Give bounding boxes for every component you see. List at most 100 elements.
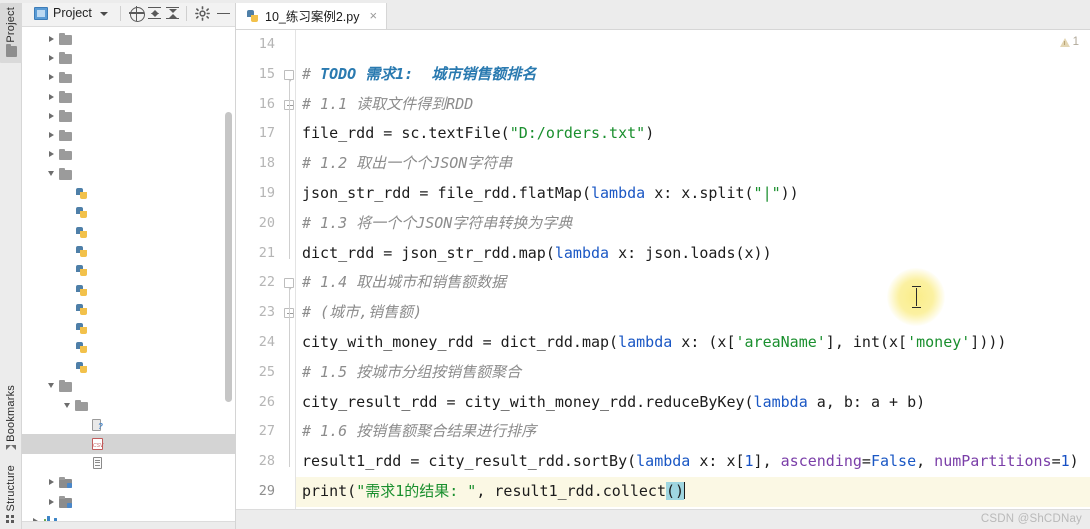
- tree-node[interactable]: [22, 261, 235, 280]
- project-tree[interactable]: ? CSV: [22, 27, 235, 521]
- code-line[interactable]: print("需求1的结果: ", result1_rdd.collect(): [296, 476, 1090, 507]
- tree-node[interactable]: [22, 492, 235, 511]
- inspection-warning-count: 1: [1072, 36, 1079, 48]
- chevron-right-icon[interactable]: [44, 36, 58, 42]
- tree-node[interactable]: [22, 48, 235, 67]
- tree-node[interactable]: [22, 376, 235, 395]
- line-number: 16: [258, 95, 275, 112]
- code-line[interactable]: # 1.4 取出城市和销售额数据: [296, 268, 1090, 298]
- project-panel-header: Project: [22, 0, 235, 27]
- tree-node[interactable]: [22, 299, 235, 318]
- inspection-warning-badge[interactable]: 1: [1059, 36, 1079, 48]
- code-line[interactable]: # 1.2 取出一个个JSON字符串: [296, 149, 1090, 179]
- tree-node[interactable]: [22, 357, 235, 376]
- chevron-right-icon[interactable]: [44, 151, 58, 157]
- folder-icon: [58, 128, 73, 142]
- code-viewport[interactable]: 1415161718192021222324252627282930313233…: [236, 30, 1090, 509]
- tree-node[interactable]: [22, 338, 235, 357]
- chevron-right-icon[interactable]: [44, 74, 58, 80]
- status-bar: CSDN @ShCDNay: [236, 509, 1090, 529]
- matched-brace-highlight: (): [666, 481, 685, 500]
- code-line[interactable]: # (城市,销售额): [296, 298, 1090, 328]
- line-number: 25: [258, 363, 275, 380]
- project-tree-scrollbar[interactable]: [225, 112, 232, 402]
- tree-node[interactable]: [22, 241, 235, 260]
- code-line[interactable]: # 1.3 将一个个JSON字符串转换为字典: [296, 209, 1090, 239]
- code-line[interactable]: result1_rdd = city_result_rdd.sortBy(lam…: [296, 447, 1090, 477]
- code-line[interactable]: dict_rdd = json_str_rdd.map(lambda x: js…: [296, 239, 1090, 269]
- tree-node[interactable]: [22, 511, 235, 521]
- fold-marker-icon[interactable]: [284, 278, 294, 291]
- chevron-down-icon[interactable]: [44, 383, 58, 388]
- bookmark-icon: [6, 444, 16, 450]
- locate-icon[interactable]: [127, 4, 146, 23]
- external-libraries-icon: [42, 514, 57, 521]
- fold-marker-icon[interactable]: [284, 69, 294, 82]
- text-caret: [683, 481, 685, 499]
- tree-node[interactable]: [22, 203, 235, 222]
- chevron-down-icon[interactable]: [99, 12, 108, 16]
- line-number: 21: [258, 244, 275, 261]
- expand-all-icon[interactable]: [145, 4, 162, 23]
- python-file-icon: [74, 263, 89, 277]
- collapse-all-icon[interactable]: [163, 4, 180, 23]
- code-fold-gutter[interactable]: [282, 30, 296, 509]
- editor-tab-active[interactable]: 10_练习案例2.py ×: [236, 0, 388, 29]
- line-number: 19: [258, 184, 275, 201]
- code-line[interactable]: # 1.6 按销售额聚合结果进行排序: [296, 417, 1090, 447]
- chevron-right-icon[interactable]: [44, 55, 58, 61]
- folder-icon: [58, 379, 73, 393]
- code-line[interactable]: # 1.1 读取文件得到RDD: [296, 90, 1090, 120]
- tree-node[interactable]: [22, 473, 235, 492]
- chevron-right-icon[interactable]: [44, 113, 58, 119]
- tree-node[interactable]: ?: [22, 415, 235, 434]
- settings-gear-icon[interactable]: [193, 4, 212, 23]
- chevron-right-icon[interactable]: [44, 499, 58, 505]
- tree-node[interactable]: [22, 318, 235, 337]
- window-top-edge: [0, 0, 1090, 3]
- chevron-down-icon[interactable]: [44, 171, 58, 176]
- tree-node[interactable]: [22, 145, 235, 164]
- tree-node[interactable]: [22, 29, 235, 48]
- tool-window-tab-bookmarks[interactable]: Bookmarks: [0, 385, 22, 450]
- chevron-right-icon[interactable]: [44, 479, 58, 485]
- hide-panel-icon[interactable]: [214, 4, 230, 23]
- python-file-icon: [245, 9, 260, 23]
- tree-node[interactable]: [22, 396, 235, 415]
- tree-node[interactable]: [22, 125, 235, 144]
- code-content[interactable]: # TODO 需求1: 城市销售额排名 # 1.1 读取文件得到RDD file_r…: [296, 30, 1090, 509]
- folder-icon: [58, 32, 73, 46]
- chevron-right-icon[interactable]: [28, 518, 42, 521]
- tool-window-tab-bookmarks-label: Bookmarks: [5, 385, 17, 442]
- fold-region-line: [288, 288, 290, 468]
- tree-node[interactable]: CSV: [22, 434, 235, 454]
- code-line[interactable]: # 1.5 按城市分组按销售额聚合: [296, 358, 1090, 388]
- folder-icon: [58, 167, 73, 181]
- code-line[interactable]: json_str_rdd = file_rdd.flatMap(lambda x…: [296, 179, 1090, 209]
- code-line[interactable]: file_rdd = sc.textFile("D:/orders.txt"): [296, 119, 1090, 149]
- chevron-down-icon[interactable]: [60, 403, 74, 408]
- text-file-icon: [90, 456, 105, 470]
- tree-node[interactable]: [22, 68, 235, 87]
- project-tool-window: Project ? CSV: [22, 0, 236, 529]
- watermark-label: CSDN @ShCDNay: [980, 513, 1082, 525]
- tree-node[interactable]: [22, 106, 235, 125]
- close-icon[interactable]: ×: [368, 9, 378, 22]
- tree-node[interactable]: [22, 222, 235, 241]
- code-line[interactable]: [296, 30, 1090, 60]
- tree-node[interactable]: [22, 164, 235, 183]
- tree-node[interactable]: [22, 87, 235, 106]
- code-line[interactable]: city_with_money_rdd = dict_rdd.map(lambd…: [296, 328, 1090, 358]
- tree-node[interactable]: [22, 183, 235, 202]
- tree-node[interactable]: [22, 280, 235, 299]
- tree-node[interactable]: [22, 454, 235, 473]
- fold-region-line: [288, 79, 290, 259]
- code-line[interactable]: city_result_rdd = city_with_money_rdd.re…: [296, 388, 1090, 418]
- code-line[interactable]: # TODO 需求1: 城市销售额排名: [296, 60, 1090, 90]
- tool-window-tab-project[interactable]: Project: [0, 3, 22, 63]
- python-file-icon: [74, 340, 89, 354]
- tool-window-tab-structure[interactable]: Structure: [0, 465, 22, 525]
- python-file-icon: [74, 302, 89, 316]
- chevron-right-icon[interactable]: [44, 132, 58, 138]
- chevron-right-icon[interactable]: [44, 94, 58, 100]
